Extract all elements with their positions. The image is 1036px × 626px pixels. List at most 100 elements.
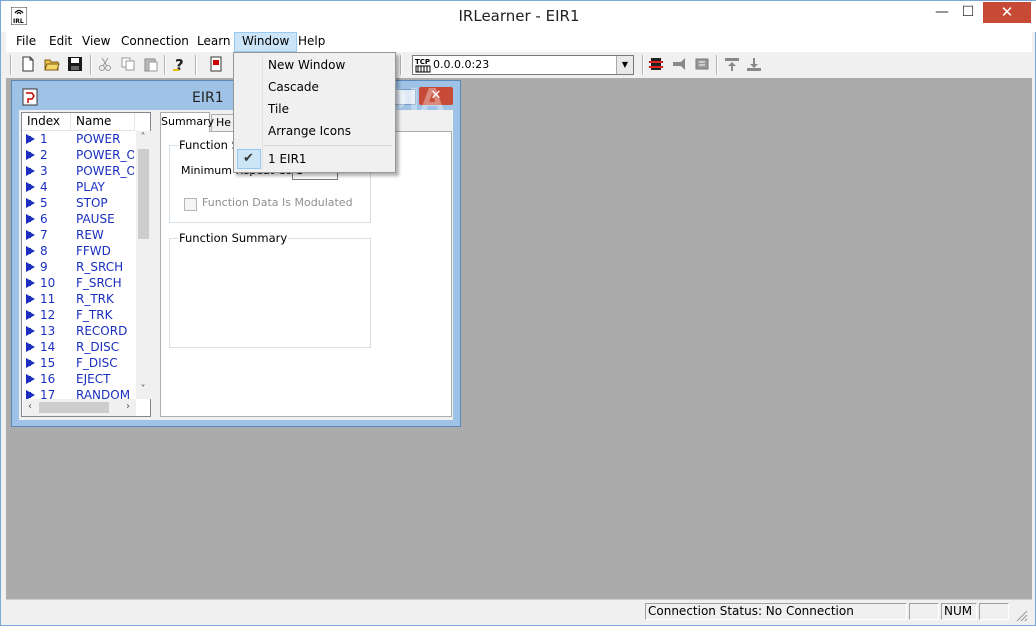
minimize-button[interactable]: —	[929, 2, 955, 23]
title-bar[interactable]: IRL IRLearner - EIR1 — ☐ ✕	[1, 1, 1036, 32]
save-icon[interactable]	[67, 56, 83, 72]
list-item[interactable]: 4 PLAY	[22, 179, 134, 195]
function-index: 14	[40, 340, 56, 354]
main-window: IRL IRLearner - EIR1 — ☐ ✕ File Edit Vie…	[0, 0, 1036, 626]
tab-summary[interactable]: Summary	[160, 112, 214, 132]
function-arrow-icon	[26, 358, 35, 368]
list-item[interactable]: 11 R_TRK	[22, 291, 134, 307]
window-title: IRLearner - EIR1	[458, 7, 580, 25]
function-index: 8	[40, 244, 48, 258]
scroll-left-icon[interactable]: ‹	[23, 400, 37, 414]
scroll-down-icon[interactable]: ˅	[136, 383, 150, 397]
tcp-icon: TCP	[415, 57, 431, 73]
menu-file[interactable]: File	[9, 32, 43, 52]
list-item[interactable]: 16 EJECT	[22, 371, 134, 387]
list-item[interactable]: 15 F_DISC	[22, 355, 134, 371]
vertical-scrollbar[interactable]: ˄ ˅	[136, 131, 151, 399]
learn-icon[interactable]	[208, 56, 224, 72]
horizontal-scrollbar[interactable]: ‹ ›	[23, 399, 136, 416]
function-arrow-icon	[26, 278, 35, 288]
disconnect-icon[interactable]	[671, 56, 687, 72]
list-item[interactable]: 5 STOP	[22, 195, 134, 211]
function-index: 13	[40, 324, 56, 338]
maximize-button[interactable]: ☐	[955, 2, 981, 23]
scroll-right-icon[interactable]: ›	[121, 400, 135, 414]
function-name: STOP	[76, 196, 108, 210]
toolbar-separator	[400, 55, 402, 75]
menu-window[interactable]: Window	[234, 32, 298, 52]
function-arrow-icon	[26, 214, 35, 224]
cut-icon[interactable]	[97, 56, 113, 72]
toolbar-separator	[10, 55, 12, 75]
transmit-icon[interactable]	[694, 56, 710, 72]
column-header-name[interactable]: Name	[71, 113, 135, 131]
connection-status: Connection Status: No Connection	[645, 603, 907, 620]
function-arrow-icon	[26, 342, 35, 352]
function-name: RECORD	[76, 324, 128, 338]
download-icon[interactable]	[746, 56, 762, 72]
host-address-combo[interactable]: TCP 0.0.0.0:23 ▼	[412, 55, 634, 75]
function-index: 6	[40, 212, 48, 226]
upload-icon[interactable]	[724, 56, 740, 72]
function-index: 5	[40, 196, 48, 210]
function-arrow-icon	[26, 198, 35, 208]
open-folder-icon[interactable]	[44, 56, 60, 72]
function-arrow-icon	[26, 150, 35, 160]
menu-help[interactable]: Help	[291, 32, 332, 52]
function-arrow-icon	[26, 166, 35, 176]
toolbar-separator	[195, 55, 197, 75]
function-name: F_SRCH	[76, 276, 122, 290]
checkmark-icon: ✔	[243, 151, 254, 166]
menu-item-cascade[interactable]: Cascade	[268, 77, 319, 97]
toolbar-separator	[716, 55, 718, 75]
chevron-down-icon[interactable]: ▼	[616, 56, 633, 74]
menu-item-arrange-icons[interactable]: Arrange Icons	[268, 121, 351, 141]
menu-connection[interactable]: Connection	[114, 32, 196, 52]
paste-icon[interactable]	[143, 56, 159, 72]
list-item[interactable]: 8 FFWD	[22, 243, 134, 259]
list-item[interactable]: 9 R_SRCH	[22, 259, 134, 275]
function-list[interactable]: Index Name 1 POWER 2 POWER_ON 3 POWER_OFF 4 PLA…	[21, 112, 151, 417]
num-lock-indicator: NUM	[941, 603, 977, 620]
list-item[interactable]: 12 F_TRK	[22, 307, 134, 323]
scroll-up-icon[interactable]: ˄	[136, 131, 150, 145]
function-arrow-icon	[26, 182, 35, 192]
connect-icon[interactable]	[648, 56, 664, 72]
list-item[interactable]: 14 R_DISC	[22, 339, 134, 355]
toolbar-separator	[90, 55, 92, 75]
status-bar: Connection Status: No Connection NUM	[6, 599, 1032, 623]
list-item[interactable]: 17 RANDOM	[22, 387, 134, 399]
menu-edit[interactable]: Edit	[42, 32, 79, 52]
list-item[interactable]: 1 POWER	[22, 131, 134, 147]
close-button[interactable]: ✕	[983, 2, 1031, 23]
menu-learn[interactable]: Learn	[190, 32, 238, 52]
function-arrow-icon	[26, 390, 35, 399]
toolbar-separator	[642, 55, 644, 75]
status-panel-empty	[909, 603, 939, 620]
function-index: 1	[40, 132, 48, 146]
menu-view[interactable]: View	[75, 32, 117, 52]
function-name: EJECT	[76, 372, 111, 386]
menu-item-window-eir1[interactable]: 1 EIR1	[268, 149, 307, 169]
list-item[interactable]: 6 PAUSE	[22, 211, 134, 227]
help-icon[interactable]: ?	[171, 56, 187, 74]
list-item[interactable]: 13 RECORD	[22, 323, 134, 339]
list-item[interactable]: 3 POWER_OFF	[22, 163, 134, 179]
column-header-index[interactable]: Index	[22, 113, 71, 131]
function-index: 10	[40, 276, 56, 290]
list-item[interactable]: 10 F_SRCH	[22, 275, 134, 291]
list-item[interactable]: 7 REW	[22, 227, 134, 243]
modulated-checkbox[interactable]	[184, 198, 197, 211]
function-name: POWER_ON	[76, 148, 134, 162]
list-item[interactable]: 2 POWER_ON	[22, 147, 134, 163]
copy-icon[interactable]	[120, 56, 136, 72]
new-file-icon[interactable]	[20, 56, 36, 72]
menu-item-tile[interactable]: Tile	[268, 99, 289, 119]
horizontal-scroll-thumb[interactable]	[39, 402, 109, 413]
child-window-icon[interactable]	[22, 88, 38, 106]
menu-item-new-window[interactable]: New Window	[268, 55, 345, 75]
function-arrow-icon	[26, 246, 35, 256]
vertical-scroll-thumb[interactable]	[138, 149, 149, 239]
function-index: 16	[40, 372, 56, 386]
resize-grip-icon[interactable]	[1014, 608, 1028, 622]
